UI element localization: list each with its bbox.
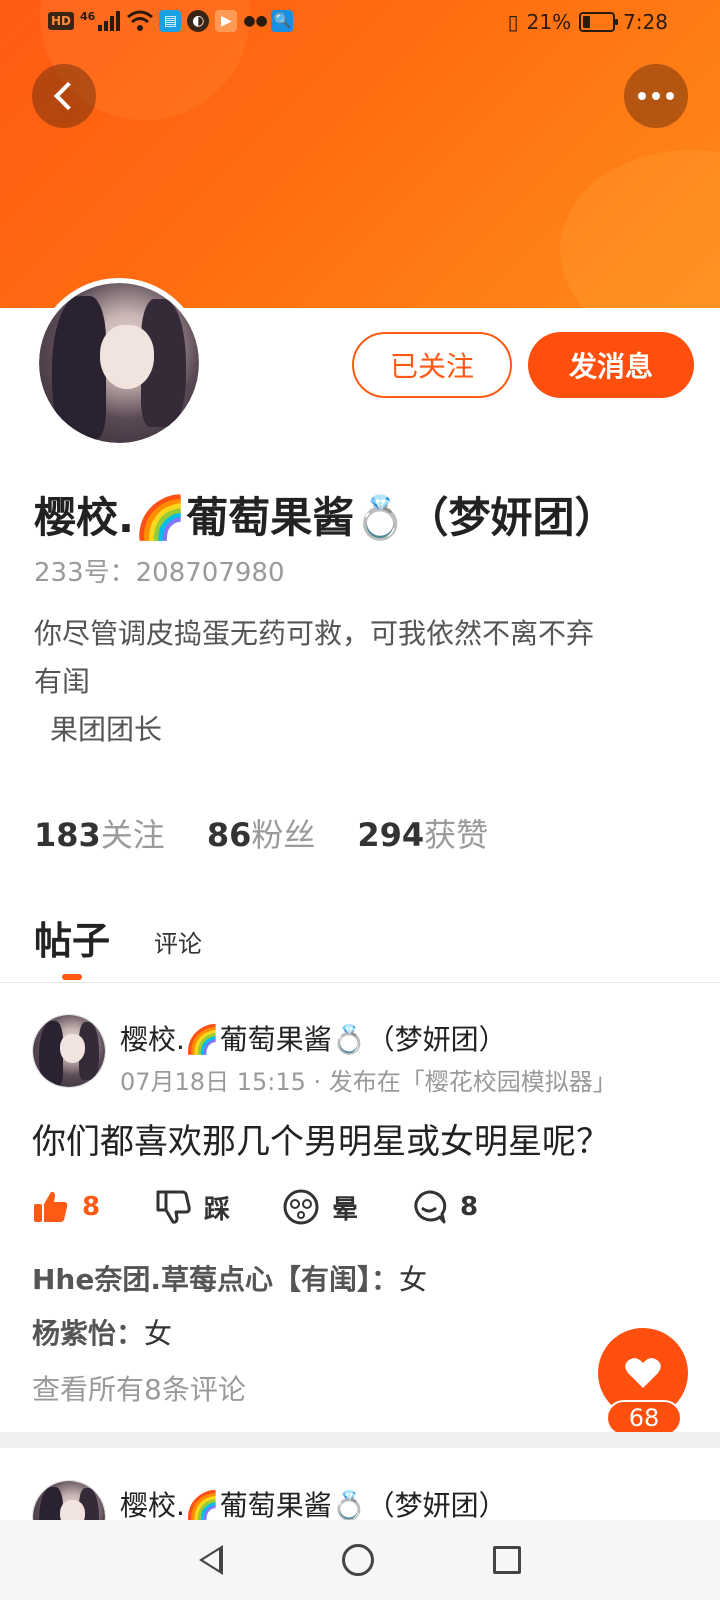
back-button[interactable] bbox=[32, 64, 96, 128]
stat-label: 获赞 bbox=[424, 816, 489, 854]
comment-preview[interactable]: Hhe奈团.草莓点心【有闺】：女 bbox=[32, 1258, 427, 1298]
clock: 7:28 bbox=[623, 10, 668, 34]
battery-icon bbox=[579, 12, 619, 32]
comment-count: 8 bbox=[460, 1192, 479, 1222]
avatar-image bbox=[39, 283, 199, 443]
comment-bubble-icon bbox=[414, 1190, 447, 1224]
system-navigation-bar bbox=[0, 1520, 720, 1600]
tab-comments[interactable]: 评论 bbox=[154, 924, 202, 959]
post-author-name[interactable]: 樱校.🌈葡萄果酱💍（梦妍团） bbox=[120, 1484, 507, 1524]
post-actions: 8 踩 晕 8 bbox=[32, 1188, 632, 1232]
status-bar: HD 46 ▤ ◐ ▶ ●● 🔍 ▯ 21% 7:28 bbox=[0, 0, 720, 48]
post-separator bbox=[0, 1432, 720, 1448]
search-app-icon: 🔍 bbox=[271, 10, 294, 32]
stat-label: 关注 bbox=[100, 816, 165, 854]
stat-value: 294 bbox=[357, 816, 425, 854]
profile-bio: 你尽管调皮捣蛋无药可救，可我依然不离不弃 有闺 果团团长 bbox=[34, 610, 694, 754]
book-app-icon: ▤ bbox=[159, 10, 182, 32]
more-dots-icon bbox=[638, 92, 674, 100]
post-author-name[interactable]: 樱校.🌈葡萄果酱💍（梦妍团） bbox=[120, 1018, 507, 1058]
nav-home-icon[interactable] bbox=[341, 1544, 374, 1576]
profile-header-banner: HD 46 ▤ ◐ ▶ ●● 🔍 ▯ 21% 7:28 bbox=[0, 0, 720, 308]
stat-likes[interactable]: 294获赞 bbox=[357, 810, 488, 856]
battery-percent: 21% bbox=[526, 10, 572, 34]
comment-user: Hhe奈团.草莓点心【有闺】： bbox=[32, 1263, 399, 1296]
profile-id: 233号：208707980 bbox=[34, 558, 285, 588]
like-button[interactable]: 8 bbox=[32, 1188, 100, 1226]
dizzy-label: 晕 bbox=[332, 1194, 359, 1225]
hd-badge: HD bbox=[48, 12, 75, 30]
stat-value: 86 bbox=[206, 816, 252, 854]
dizzy-button[interactable]: 晕 bbox=[282, 1188, 358, 1226]
signal-icon bbox=[98, 11, 121, 31]
floating-like-count: 68 bbox=[606, 1400, 682, 1436]
nav-recents-icon[interactable] bbox=[492, 1546, 521, 1574]
dislike-label: 踩 bbox=[204, 1194, 231, 1225]
status-left: HD 46 ▤ ◐ ▶ ●● 🔍 bbox=[48, 10, 294, 32]
thumbs-up-icon bbox=[34, 1191, 68, 1222]
stat-following[interactable]: 183关注 bbox=[34, 810, 165, 856]
comment-user: 杨紫怡： bbox=[32, 1317, 145, 1350]
tabs-divider bbox=[0, 982, 720, 983]
profile-avatar[interactable] bbox=[34, 278, 204, 448]
vibrate-icon: ▯ bbox=[507, 10, 519, 34]
like-count: 8 bbox=[82, 1192, 101, 1222]
content-tabs: 帖子 评论 bbox=[34, 910, 202, 980]
wifi-icon bbox=[127, 10, 154, 31]
video-app-icon: ▶ bbox=[215, 10, 238, 32]
ball-app-icon: ◐ bbox=[187, 10, 210, 32]
send-message-button[interactable]: 发消息 bbox=[528, 332, 694, 398]
post-content[interactable]: 你们都喜欢那几个男明星或女明星呢？ bbox=[32, 1114, 610, 1163]
chevron-left-icon bbox=[53, 81, 83, 111]
dizzy-face-icon bbox=[283, 1189, 319, 1225]
more-options-button[interactable] bbox=[624, 64, 688, 128]
heart-icon bbox=[625, 1358, 661, 1388]
comment-button[interactable]: 8 bbox=[410, 1188, 478, 1226]
stat-fans[interactable]: 86粉丝 bbox=[207, 810, 316, 856]
profile-stats: 183关注 86粉丝 294获赞 bbox=[34, 810, 488, 856]
view-all-comments-link[interactable]: 查看所有8条评论 bbox=[32, 1368, 246, 1408]
bio-line: 有闺 bbox=[34, 665, 91, 698]
status-right: ▯ 21% 7:28 bbox=[508, 10, 668, 34]
decorative-blob bbox=[560, 150, 720, 308]
comment-text: 女 bbox=[399, 1263, 428, 1296]
profile-username: 樱校.🌈葡萄果酱💍（梦妍团） bbox=[34, 493, 617, 542]
tab-indicator bbox=[62, 974, 82, 980]
wechat-icon: ●● bbox=[243, 13, 268, 29]
post-meta: 07月18日 15:15 · 发布在「樱花校园模拟器」 bbox=[120, 1068, 617, 1096]
stat-label: 粉丝 bbox=[251, 816, 316, 854]
following-button[interactable]: 已关注 bbox=[352, 332, 512, 398]
thumbs-down-icon bbox=[156, 1190, 191, 1224]
post-author-avatar[interactable] bbox=[32, 1014, 106, 1088]
nav-back-icon[interactable] bbox=[199, 1545, 224, 1575]
signal-label: 46 bbox=[80, 10, 96, 23]
bio-line: 果团团长 bbox=[50, 713, 163, 746]
comment-text: 女 bbox=[144, 1317, 173, 1350]
dislike-button[interactable]: 踩 bbox=[154, 1188, 230, 1226]
bio-line: 你尽管调皮捣蛋无药可救，可我依然不离不弃 bbox=[34, 617, 595, 650]
comment-preview[interactable]: 杨紫怡：女 bbox=[32, 1312, 172, 1352]
stat-value: 183 bbox=[34, 816, 101, 854]
tab-label: 帖子 bbox=[34, 919, 111, 963]
tab-posts[interactable]: 帖子 bbox=[34, 910, 111, 980]
